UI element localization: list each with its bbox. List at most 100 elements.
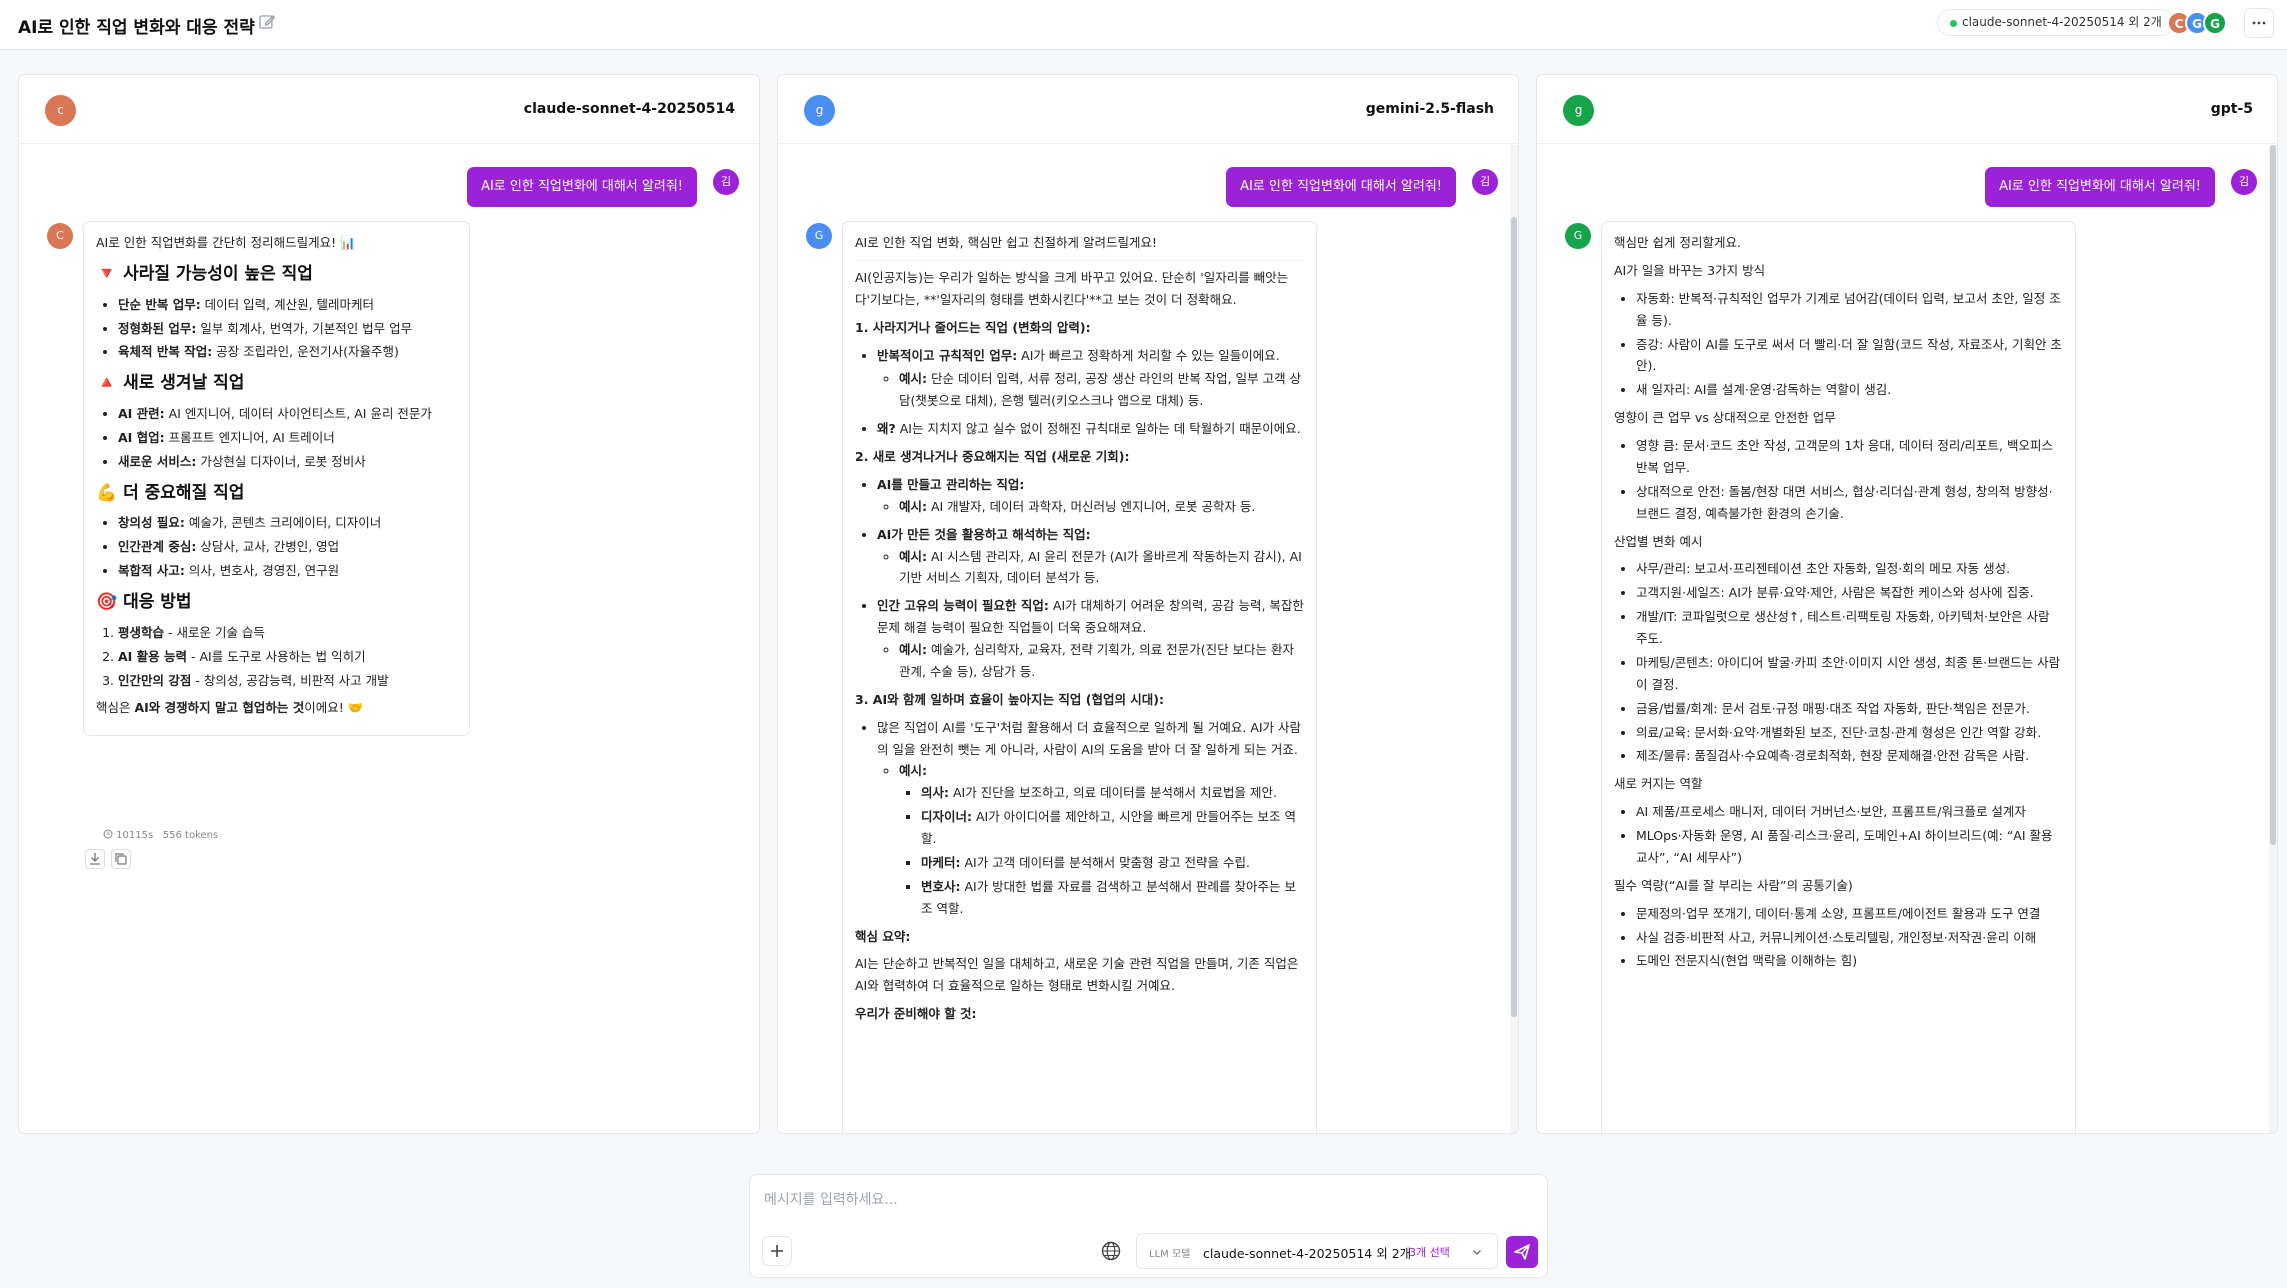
user-message-row: AI로 인한 직업변화에 대해서 알려줘! 김 bbox=[339, 167, 739, 207]
list-item: 반복적이고 규칙적인 업무: AI가 빠르고 정확하게 처리할 수 있는 일들이… bbox=[877, 345, 1304, 413]
group-title: 새로 커지는 역할 bbox=[1614, 776, 1703, 792]
list-item: 복합적 사고: 의사, 변호사, 경영진, 연구원 bbox=[118, 560, 457, 582]
user-avatar: 김 bbox=[1472, 169, 1498, 195]
paragraph: AI는 단순하고 반복적인 일을 대체하고, 새로운 기술 관련 직업을 만들며… bbox=[855, 956, 1299, 994]
section-list: AI를 만들고 관리하는 직업: 예시: AI 개발자, 데이터 과학자, 머신… bbox=[855, 474, 1304, 683]
copy-button[interactable] bbox=[111, 849, 131, 869]
user-message: AI로 인한 직업변화에 대해서 알려줘! bbox=[467, 167, 697, 207]
globe-icon bbox=[1101, 1241, 1121, 1261]
user-message: AI로 인한 직업변화에 대해서 알려줘! bbox=[1985, 167, 2215, 207]
panel-model-name: gpt-5 bbox=[2210, 101, 2253, 117]
edit-icon[interactable] bbox=[258, 13, 276, 31]
scrollbar[interactable] bbox=[2269, 145, 2277, 1133]
download-button[interactable] bbox=[85, 849, 105, 869]
list-item: AI 협업: 프롬프트 엔지니어, AI 트레이너 bbox=[118, 427, 457, 449]
more-options-button[interactable] bbox=[2244, 8, 2274, 38]
section-list: 창의성 필요: 예술가, 콘텐츠 크리에이터, 디자이너 인간관계 중심: 상담… bbox=[96, 512, 457, 582]
group-list: 문제정의·업무 쪼개기, 데이터·통계 소양, 프롬프트/에이전트 활용과 도구… bbox=[1614, 903, 2063, 973]
plus-icon bbox=[771, 1245, 783, 1257]
sub-sub-list-item: 디자이너: AI가 아이디어를 제안하고, 시안을 빠르게 만들어주는 보조 역… bbox=[921, 806, 1304, 850]
panel-avatar: g bbox=[804, 95, 835, 126]
response-time: 10115s bbox=[116, 830, 154, 841]
section-list: 단순 반복 업무: 데이터 입력, 계산원, 텔레마케터 정형화된 업무: 일부… bbox=[96, 294, 457, 364]
group-title: AI가 일을 바꾸는 3가지 방식 bbox=[1614, 262, 1766, 278]
attach-button[interactable] bbox=[762, 1236, 792, 1266]
group-list: 영향 큼: 문서·코드 초안 작성, 고객문의 1차 응대, 데이터 정리/리포… bbox=[1614, 435, 2063, 525]
section-heading: 우리가 준비해야 할 것: bbox=[855, 1006, 977, 1022]
section-title: 🔺 새로 생겨날 직업 bbox=[96, 373, 245, 394]
list-item: 영향 큼: 문서·코드 초안 작성, 고객문의 1차 응대, 데이터 정리/리포… bbox=[1636, 435, 2063, 479]
response-intro: 핵심만 쉽게 정리할게요. bbox=[1614, 235, 1741, 250]
paragraph: AI(인공지능)는 우리가 일하는 방식을 크게 바꾸고 있어요. 단순히 '일… bbox=[855, 269, 1289, 307]
status-dot-icon bbox=[1950, 20, 1957, 27]
sub-sub-list-item: 마케터: AI가 고객 데이터를 분석해서 맞춤형 광고 전략을 수립. bbox=[921, 852, 1304, 874]
user-avatar: 김 bbox=[2231, 169, 2257, 195]
panel-model-name: gemini-2.5-flash bbox=[1365, 101, 1494, 117]
bot-response: 핵심만 쉽게 정리할게요. AI가 일을 바꾸는 3가지 방식 자동화: 반복적… bbox=[1601, 221, 2076, 1133]
active-models-chip[interactable]: claude-sonnet-4-20250514 외 2개 bbox=[1937, 9, 2175, 36]
active-models-label: claude-sonnet-4-20250514 외 2개 bbox=[1962, 15, 2162, 29]
list-item: 인간 고유의 능력이 필요한 직업: AI가 대체하기 어려운 창의력, 공감 … bbox=[877, 595, 1304, 683]
list-item: 평생학습 - 새로운 기술 습득 bbox=[118, 622, 457, 644]
list-item: 고객지원·세일즈: AI가 분류·요약·제안, 사람은 복잡한 케이스와 성사에… bbox=[1636, 582, 2063, 604]
sub-list-item: 예시: AI 개발자, 데이터 과학자, 머신러닝 엔지니어, 로봇 공학자 등… bbox=[899, 496, 1304, 518]
section-heading: 3. AI와 함께 일하며 효율이 높아지는 직업 (협업의 시대): bbox=[855, 691, 1165, 707]
scrollbar-thumb[interactable] bbox=[1511, 217, 1517, 1017]
list-item: 도메인 전문지식(현업 맥락을 이해하는 힘) bbox=[1636, 950, 2063, 972]
message-input[interactable] bbox=[764, 1185, 1534, 1215]
panel-gpt: g gpt-5 AI로 인한 직업변화에 대해서 알려줘! 김 G 핵심만 쉽게… bbox=[1536, 74, 2278, 1134]
list-item: 사실 검증·비판적 사고, 커뮤니케이션·스토리텔링, 개인정보·저작권·윤리 … bbox=[1636, 927, 2063, 949]
response-intro: AI로 인한 직업 변화, 핵심만 쉽고 친절하게 알려드릴게요! bbox=[855, 232, 1304, 261]
panel-header: g gemini-2.5-flash bbox=[778, 75, 1518, 144]
sub-sub-list-item: 의사: AI가 진단을 보조하고, 의료 데이터를 분석해서 치료법을 제안. bbox=[921, 782, 1304, 804]
bot-response: AI로 인한 직업변화를 간단히 정리해드릴게요! 📊 🔻 사라질 가능성이 높… bbox=[83, 221, 470, 737]
llm-model-select[interactable]: LLM 모델 claude-sonnet-4-20250514 외 2개 3개 … bbox=[1136, 1233, 1498, 1269]
llm-select-count: 3개 선택 bbox=[1409, 1246, 1450, 1259]
clock-icon bbox=[103, 829, 113, 839]
list-item: AI가 만든 것을 활용하고 해석하는 직업: 예시: AI 시스템 관리자, … bbox=[877, 524, 1304, 590]
list-item: 단순 반복 업무: 데이터 입력, 계산원, 텔레마케터 bbox=[118, 294, 457, 316]
bot-avatar: G bbox=[806, 223, 832, 249]
list-item: 자동화: 반복적·규칙적인 업무가 기계로 넘어감(데이터 입력, 보고서 초안… bbox=[1636, 288, 2063, 332]
list-item: 문제정의·업무 쪼개기, 데이터·통계 소양, 프롬프트/에이전트 활용과 도구… bbox=[1636, 903, 2063, 925]
user-message-row: AI로 인한 직업변화에 대해서 알려줘! 김 bbox=[1857, 167, 2257, 207]
page-title: AI로 인한 직업 변화와 대응 전략 bbox=[18, 18, 255, 38]
section-heading: 1. 사라지거나 줄어드는 직업 (변화의 압력): bbox=[855, 319, 1091, 335]
list-item: 인간관계 중심: 상담사, 교사, 간병인, 영업 bbox=[118, 536, 457, 558]
scrollbar-thumb[interactable] bbox=[2270, 145, 2276, 845]
message-composer: LLM 모델 claude-sonnet-4-20250514 외 2개 3개 … bbox=[749, 1174, 1548, 1278]
user-avatar: 김 bbox=[713, 169, 739, 195]
bot-response: AI로 인한 직업 변화, 핵심만 쉽고 친절하게 알려드릴게요! AI(인공지… bbox=[842, 221, 1317, 1133]
avatar-gpt: G bbox=[2203, 11, 2227, 35]
list-item: 증강: 사람이 AI를 도구로 써서 더 빨리·더 잘 일함(코드 작성, 자료… bbox=[1636, 334, 2063, 378]
send-button[interactable] bbox=[1506, 1236, 1538, 1268]
list-item: 왜? AI는 지치지 않고 실수 없이 정해진 규칙대로 일하는 데 탁월하기 … bbox=[877, 418, 1304, 440]
section-title: 💪 더 중요해질 직업 bbox=[96, 482, 245, 503]
sub-sub-list-item: 변호사: AI가 방대한 법률 자료를 검색하고 분석해서 판례를 찾아주는 보… bbox=[921, 876, 1304, 920]
list-item: 사무/관리: 보고서·프리젠테이션 초안 자동화, 일정·회의 메모 자동 생성… bbox=[1636, 558, 2063, 580]
group-list: 사무/관리: 보고서·프리젠테이션 초안 자동화, 일정·회의 메모 자동 생성… bbox=[1614, 558, 2063, 767]
sub-list-item: 예시: 단순 데이터 입력, 서류 정리, 공장 생산 라인의 반복 작업, 일… bbox=[899, 368, 1304, 412]
top-bar: AI로 인한 직업 변화와 대응 전략 claude-sonnet-4-2025… bbox=[0, 0, 2287, 50]
list-item: AI 활용 능력 - AI를 도구로 사용하는 법 익히기 bbox=[118, 646, 457, 668]
bot-avatar: C bbox=[47, 223, 73, 249]
send-icon bbox=[1514, 1244, 1530, 1260]
group-title: 산업별 변화 예시 bbox=[1614, 533, 1703, 549]
panel-avatar: c bbox=[45, 95, 76, 126]
group-list: AI 제품/프로세스 매니저, 데이터 거버넌스·보안, 프롬프트/워크플로 설… bbox=[1614, 801, 2063, 869]
section-list: AI 관련: AI 엔지니어, 데이터 사이언티스트, AI 윤리 전문가 AI… bbox=[96, 403, 457, 473]
sub-list-item: 예시: AI 시스템 관리자, AI 윤리 전문가 (AI가 올바르게 작동하는… bbox=[899, 546, 1304, 590]
response-meta: 10115s 556 tokens bbox=[103, 829, 218, 841]
list-item: 창의성 필요: 예술가, 콘텐츠 크리에이터, 디자이너 bbox=[118, 512, 457, 534]
llm-select-value: claude-sonnet-4-20250514 외 2개 bbox=[1203, 1246, 1412, 1261]
panel-claude: c claude-sonnet-4-20250514 AI로 인한 직업변화에 … bbox=[18, 74, 760, 1134]
scrollbar[interactable] bbox=[1510, 145, 1518, 1133]
list-item: 의료/교육: 문서화·요약·개별화된 보조, 진단·코칭·관계 형성은 인간 역… bbox=[1636, 722, 2063, 744]
llm-select-label: LLM 모델 bbox=[1149, 1249, 1191, 1260]
web-search-button[interactable] bbox=[1096, 1236, 1126, 1266]
section-heading: 핵심 요약: bbox=[855, 928, 911, 944]
panel-model-name: claude-sonnet-4-20250514 bbox=[523, 101, 735, 117]
list-item: 금융/법률/회계: 문서 검토·규정 매핑·대조 작업 자동화, 판단·책임은 … bbox=[1636, 698, 2063, 720]
copy-icon bbox=[115, 853, 127, 865]
section-list: 많은 직업이 AI를 '도구'처럼 활용해서 더 효율적으로 일하게 될 거예요… bbox=[855, 717, 1304, 920]
